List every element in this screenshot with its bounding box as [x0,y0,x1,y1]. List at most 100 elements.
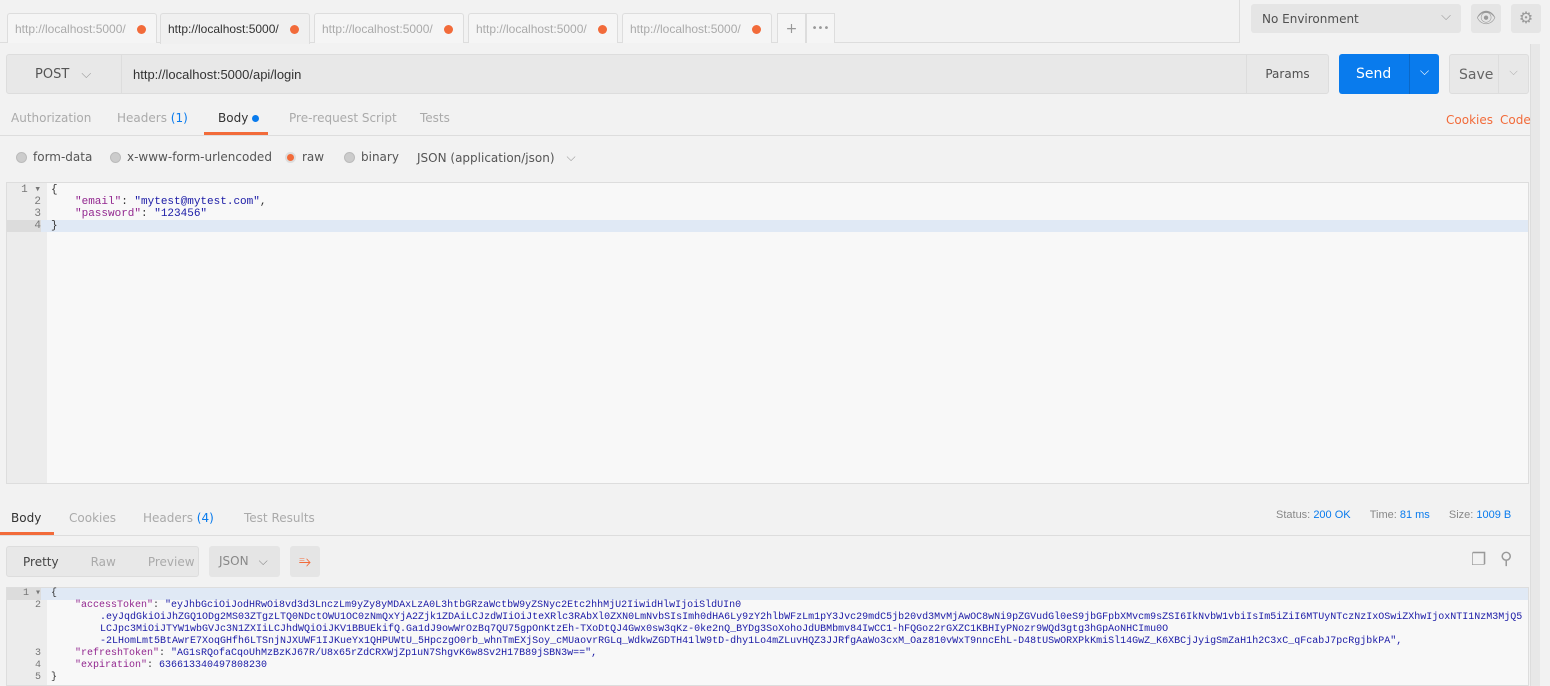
new-tab-button[interactable]: + [777,13,806,43]
radio-icon [344,151,355,163]
content-type-select[interactable]: JSON (application/json) ⌵ [417,150,576,165]
cookies-link[interactable]: Cookies [1446,113,1493,127]
preview-button[interactable]: Preview [132,547,211,576]
unsaved-dot-icon [444,25,453,34]
send-button[interactable]: Send ⌵ [1339,54,1439,94]
code-line: } [51,672,58,683]
json-value: "AG1sRQofaCqoUhMzBzKJ67R/U8x65rZdCRXWjZp… [171,648,598,659]
radio-urlencoded[interactable]: x-www-form-urlencoded [110,150,272,164]
line-number: 3 [34,208,41,220]
request-tab[interactable]: http://localhost:5000/ [622,13,772,43]
save-dropdown-icon[interactable]: ⌵ [1498,55,1528,93]
radio-form-data[interactable]: form-data [16,150,92,164]
line-number: 5 [34,672,41,683]
tab-prerequest-script[interactable]: Pre-request Script [289,111,397,125]
response-tab-body[interactable]: Body [11,511,41,525]
line-number: 2 [34,600,41,611]
tab-tests[interactable]: Tests [420,111,450,125]
size-value: 1009 B [1476,509,1512,521]
line-number: 2 [34,196,41,208]
copy-icon[interactable]: ❐ [1471,550,1486,570]
send-dropdown-icon[interactable]: ⌵ [1409,54,1439,94]
json-value: 636613340497808230 [159,660,268,671]
gear-icon[interactable]: ⚙ [1511,4,1541,33]
code-line: { [51,588,58,599]
format-select[interactable]: JSON ⌵ [209,546,280,577]
json-value-wrap: LCJpc3MiOiJTYW1wbGVJc3N1ZXIiLCJhdWQiOiJK… [100,624,1169,635]
tab-headers[interactable]: Headers (1) [117,111,188,125]
radio-selected-icon [285,151,296,163]
code-line: 3 "refreshToken": "AG1sRQofaCqoUhMzBzKJ67… [7,648,1528,660]
json-key: "password" [75,208,142,220]
request-tab-active[interactable]: http://localhost:5000/ [160,13,310,44]
scrollbar[interactable] [1530,44,1540,686]
status-value: 200 OK [1313,509,1351,521]
search-icon[interactable]: ⚲ [1500,549,1512,569]
chevron-down-icon: ⌵ [258,554,268,568]
code-line: 2 "email": "mytest@mytest.com", [7,196,1528,208]
radio-icon [16,151,27,163]
response-tab-cookies[interactable]: Cookies [69,511,116,525]
response-body-viewer[interactable]: 1 ▾{ 2 "accessToken": "eyJhbGciOiJodHRwOi… [6,587,1529,686]
more-tabs-button[interactable]: ••• [806,13,835,43]
url-input[interactable]: http://localhost:5000/api/login [133,67,301,82]
unsaved-dot-icon [137,25,146,34]
unsaved-dot-icon [752,25,761,34]
save-button[interactable]: Save ⌵ [1449,54,1529,94]
unsaved-dot-icon [598,25,607,34]
tab-label: Body [218,111,249,125]
code-line: } [51,220,58,232]
request-tab[interactable]: http://localhost:5000/ [7,13,157,43]
code-line: 4 "expiration": 636613340497808230 [7,660,1528,672]
environment-select[interactable]: No Environment ⌵ [1251,4,1461,33]
divider [0,135,1530,136]
code-link[interactable]: Code [1500,113,1531,127]
environment-value: No Environment [1262,12,1359,26]
json-key: "expiration" [75,660,148,671]
code-line: 2 "accessToken": "eyJhbGciOiJodHRwOi8vd3d… [7,600,1528,612]
json-value: "eyJhbGciOiJodHRwOi8vd3d3LnczLm9yZy8yMDA… [165,600,742,611]
time-value: 81 ms [1399,509,1430,521]
tab-body[interactable]: Body [218,111,260,125]
response-tab-headers[interactable]: Headers (4) [143,511,214,525]
modified-dot-icon [252,115,260,122]
radio-icon [110,151,121,163]
tab-label: http://localhost:5000/ [476,22,587,36]
chevron-down-icon: ⌵ [566,150,576,164]
response-tab-test-results[interactable]: Test Results [244,511,315,525]
radio-raw[interactable]: raw [285,150,324,164]
radio-label: binary [361,150,399,164]
json-key: "accessToken" [75,600,154,611]
tab-label: Headers [117,111,167,125]
time-label: Time: [1369,509,1397,521]
wrap-lines-icon[interactable]: ⥱ [290,546,320,577]
json-value: "mytest@mytest.com" [134,196,260,208]
tab-label: http://localhost:5000/ [630,22,741,36]
method-select[interactable]: POST ⌵ [7,55,122,93]
radio-binary[interactable]: binary [344,150,399,164]
tab-label: http://localhost:5000/ [15,22,126,36]
json-value-wrap: -2LHomLmt5BtAwrE7XoqGHfh6LTSnjNJXUWF1IJK… [100,636,1403,647]
request-tab[interactable]: http://localhost:5000/ [314,13,464,43]
request-body-editor[interactable]: 1 ▾{ 2 "email": "mytest@mytest.com", 3 "pa… [6,182,1529,484]
tab-label: http://localhost:5000/ [322,22,433,36]
params-button[interactable]: Params [1246,55,1328,93]
request-tab[interactable]: http://localhost:5000/ [468,13,618,43]
pretty-button[interactable]: Pretty [7,547,75,576]
headers-count: (1) [170,111,188,125]
code-line: 3 "password": "123456" [7,208,1528,220]
line-number: 4 [7,220,41,232]
format-value: JSON [219,554,249,568]
line-number: 4 [34,660,41,671]
chevron-down-icon: ⌵ [1441,9,1451,24]
view-mode-group: Pretty Raw Preview [6,546,199,577]
radio-label: form-data [33,150,93,164]
line-number: 3 [34,648,41,659]
eye-icon[interactable]: 👁 [1471,4,1501,33]
content-type-value: JSON (application/json) [417,150,555,165]
tab-label: http://localhost:5000/ [168,22,279,36]
method-value: POST [35,67,70,82]
raw-button[interactable]: Raw [75,547,132,576]
divider [0,535,1530,536]
tab-authorization[interactable]: Authorization [11,111,91,125]
